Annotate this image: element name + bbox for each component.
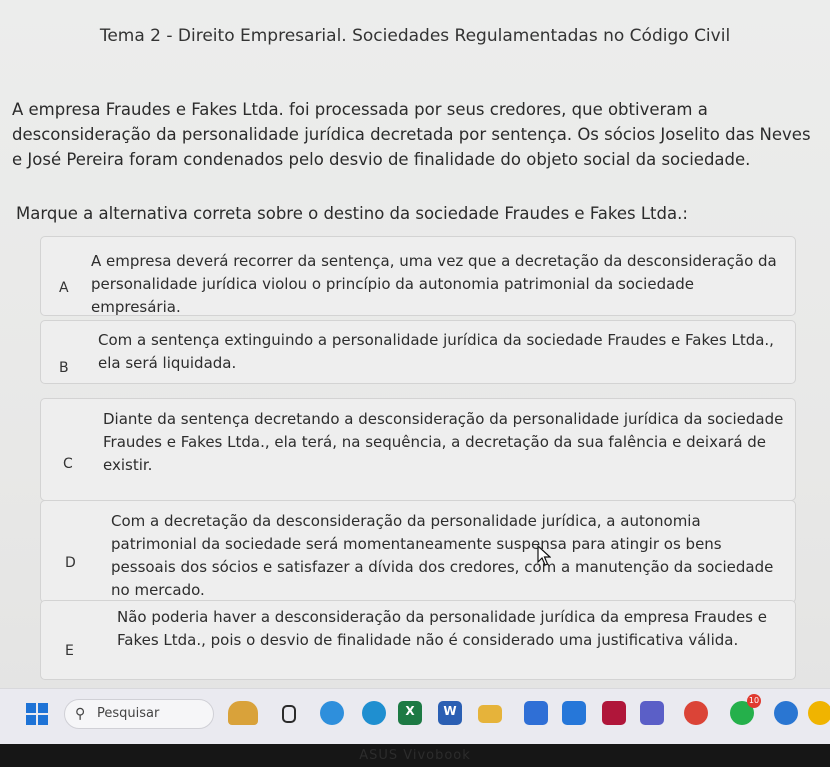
screen: Tema 2 - Direito Empresarial. Sociedades… xyxy=(0,0,830,767)
option-text: Com a sentença extinguindo a personalida… xyxy=(98,331,774,372)
opera-icon[interactable] xyxy=(774,701,798,725)
excel-icon[interactable]: X xyxy=(398,701,422,725)
store-icon[interactable] xyxy=(524,701,548,725)
question-prompt: Marque a alternativa correta sobre o des… xyxy=(16,204,688,223)
option-c[interactable]: C Diante da sentença decretando a descon… xyxy=(40,398,796,501)
option-text: A empresa deverá recorrer da sentença, u… xyxy=(91,252,777,316)
option-text: Com a decretação da desconsideração da p… xyxy=(111,512,774,599)
option-a[interactable]: A A empresa deverá recorrer da sentença,… xyxy=(40,236,796,316)
search-placeholder: Pesquisar xyxy=(97,706,160,721)
option-e[interactable]: E Não poderia haver a desconsideração da… xyxy=(40,600,796,680)
option-letter: E xyxy=(65,643,74,659)
option-d[interactable]: D Com a decretação da desconsideração da… xyxy=(40,500,796,603)
option-text: Não poderia haver a desconsideração da p… xyxy=(117,608,767,649)
weather-icon[interactable] xyxy=(228,701,258,725)
task-view-icon[interactable] xyxy=(282,705,296,723)
copilot-icon[interactable] xyxy=(320,701,344,725)
search-icon: ⚲ xyxy=(75,706,86,722)
word-icon[interactable]: W xyxy=(438,701,462,725)
option-letter: A xyxy=(59,280,69,296)
option-letter: C xyxy=(63,456,73,472)
notification-badge: 10 xyxy=(747,694,761,708)
file-explorer-icon[interactable] xyxy=(478,705,502,723)
taskbar-search-input[interactable]: ⚲ Pesquisar xyxy=(64,699,214,729)
option-letter: B xyxy=(59,360,69,376)
taskbar: ⚲ Pesquisar X W 10 xyxy=(0,688,830,745)
page-title: Tema 2 - Direito Empresarial. Sociedades… xyxy=(99,26,731,46)
teams-icon[interactable] xyxy=(640,701,664,725)
option-b[interactable]: B Com a sentença extinguindo a personali… xyxy=(40,320,796,384)
edge-icon[interactable] xyxy=(362,701,386,725)
mouse-cursor-icon xyxy=(537,545,551,566)
option-text: Diante da sentença decretando a desconsi… xyxy=(103,410,784,474)
question-text: A empresa Fraudes e Fakes Ltda. foi proc… xyxy=(12,100,811,169)
excel-glyph: X xyxy=(405,704,415,718)
chrome-profile-icon[interactable] xyxy=(808,701,830,725)
bookmark-icon[interactable] xyxy=(602,701,626,725)
chrome-icon[interactable] xyxy=(684,701,708,725)
azure-icon[interactable] xyxy=(562,701,586,725)
brand-label: ASUS Vivobook xyxy=(359,748,471,763)
laptop-bezel: ASUS Vivobook xyxy=(0,744,830,767)
windows-start-icon[interactable] xyxy=(26,703,48,725)
word-glyph: W xyxy=(443,704,457,718)
whatsapp-icon[interactable]: 10 xyxy=(730,694,761,725)
option-letter: D xyxy=(65,555,76,571)
